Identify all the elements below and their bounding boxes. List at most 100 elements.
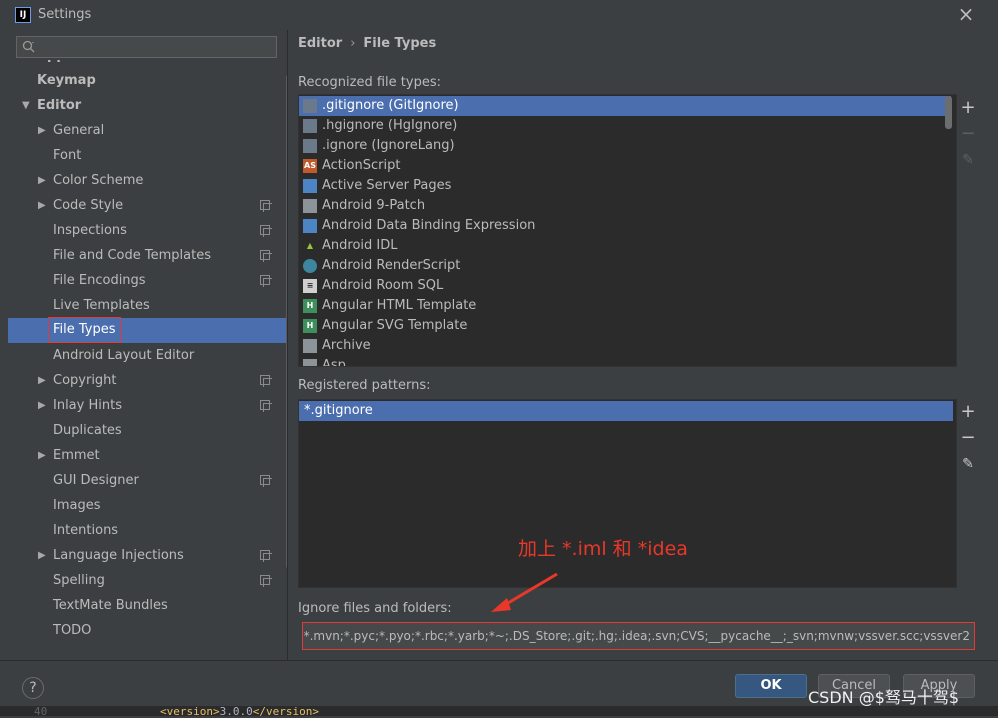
close-icon[interactable]: × [955, 3, 977, 25]
project-scope-icon [260, 400, 272, 412]
sidebar-item-code-style[interactable]: ▶ Code Style [8, 193, 287, 218]
file-type-row[interactable]: .ignore (IgnoreLang) [299, 136, 951, 156]
recognized-file-types-label: Recognized file types: [298, 75, 441, 90]
sidebar-item-spelling[interactable]: Spelling [8, 568, 287, 593]
folder-icon [303, 199, 317, 213]
chevron-right-icon[interactable]: ▶ [38, 443, 46, 468]
chevron-right-icon[interactable]: ▶ [38, 543, 46, 568]
chevron-right-icon[interactable]: ▶ [22, 60, 30, 68]
sidebar-item-label: Intentions [53, 523, 119, 538]
remove-file-type-button[interactable]: − [958, 124, 978, 144]
sidebar-item-inlay-hints[interactable]: ▶ Inlay Hints [8, 393, 287, 418]
pattern-row-gitignore[interactable]: *.gitignore [299, 401, 953, 421]
databinding-icon [303, 219, 317, 233]
chevron-right-icon[interactable]: ▶ [38, 168, 46, 193]
edit-pattern-button[interactable]: ✎ [958, 454, 978, 474]
file-type-label: Angular SVG Template [322, 318, 468, 333]
sidebar-item-font[interactable]: Font [8, 143, 287, 168]
sidebar-item-label: Android Layout Editor [53, 348, 195, 363]
sidebar-item-editor[interactable]: ▼ Editor [8, 93, 287, 118]
settings-search-input[interactable] [16, 36, 277, 58]
file-type-row[interactable]: .gitignore (GitIgnore) [299, 96, 951, 116]
add-pattern-button[interactable]: + [958, 402, 978, 422]
registered-patterns-label: Registered patterns: [298, 378, 431, 393]
sidebar-item-copyright[interactable]: ▶ Copyright [8, 368, 287, 393]
file-type-row[interactable]: ▲ Android IDL [299, 236, 951, 256]
file-type-row[interactable]: Active Server Pages [299, 176, 951, 196]
help-button[interactable]: ? [22, 677, 44, 699]
settings-sidebar: ▶ Appearance & Behavior Keymap ▼ Editor ▶ Gene… [8, 30, 293, 660]
settings-tree: ▶ Appearance & Behavior Keymap ▼ Editor ▶ Gene… [8, 60, 287, 660]
sidebar-item-gui-designer[interactable]: GUI Designer [8, 468, 287, 493]
edit-file-type-button[interactable]: ✎ [958, 150, 978, 170]
code-open-tag: <version> [160, 705, 220, 718]
sidebar-item-language-injections[interactable]: ▶ Language Injections [8, 543, 287, 568]
breadcrumb-parent[interactable]: Editor [298, 36, 342, 51]
renderscript-icon [303, 259, 317, 273]
file-type-row[interactable]: Archive [299, 336, 951, 356]
sidebar-item-todo[interactable]: TODO [8, 618, 287, 643]
title-bar: IJ Settings × [0, 0, 998, 30]
android-icon: ▲ [306, 241, 314, 250]
file-type-label: Android Data Binding Expression [322, 218, 536, 233]
sidebar-item-appearance-behavior[interactable]: ▶ Appearance & Behavior [8, 60, 287, 68]
sidebar-item-color-scheme[interactable]: ▶ Color Scheme [8, 168, 287, 193]
sidebar-item-label: File Types [48, 317, 121, 343]
chevron-right-icon[interactable]: ▶ [38, 393, 46, 418]
ignore-files-value: f;*.iml;*.md;*.mvn;*.pyc;*.pyo;*.rbc;*.y… [302, 629, 970, 643]
project-scope-icon [260, 200, 272, 212]
file-type-row[interactable]: Android Data Binding Expression [299, 216, 951, 236]
sidebar-item-label: Code Style [53, 198, 124, 213]
sidebar-item-images[interactable]: Images [8, 493, 287, 518]
file-type-label: .gitignore (GitIgnore) [322, 98, 459, 113]
sidebar-item-label: Duplicates [53, 423, 122, 438]
sidebar-item-duplicates[interactable]: Duplicates [8, 418, 287, 443]
sidebar-item-label: TODO [53, 623, 92, 638]
ignore-files-input[interactable]: f;*.iml;*.md;*.mvn;*.pyc;*.pyo;*.rbc;*.y… [302, 622, 975, 650]
sidebar-item-emmet[interactable]: ▶ Emmet [8, 443, 287, 468]
file-type-row[interactable]: ≡ Android Room SQL [299, 276, 951, 296]
file-type-label: Android Room SQL [322, 278, 444, 293]
file-type-row[interactable]: .hgignore (HgIgnore) [299, 116, 951, 136]
sidebar-item-label: Live Templates [53, 298, 150, 313]
chevron-right-icon[interactable]: ▶ [38, 118, 46, 143]
sidebar-item-keymap[interactable]: Keymap [8, 68, 287, 93]
sidebar-item-label: TextMate Bundles [53, 598, 168, 613]
sidebar-item-label: Copyright [53, 373, 117, 388]
file-types-scrollbar[interactable] [945, 96, 952, 129]
file-type-row[interactable]: Android 9-Patch [299, 196, 951, 216]
sidebar-item-live-templates[interactable]: Live Templates [8, 293, 287, 318]
chevron-right-icon[interactable]: ▶ [38, 368, 46, 393]
file-type-row[interactable]: H Angular SVG Template [299, 316, 951, 336]
file-types-panel: Editor › File Types Recognized file types:… [287, 30, 998, 660]
sidebar-item-inspections[interactable]: Inspections [8, 218, 287, 243]
code-close-tag: </version> [252, 705, 319, 718]
sidebar-item-file-encodings[interactable]: File Encodings [8, 268, 287, 293]
sidebar-item-general[interactable]: ▶ General [8, 118, 287, 143]
chevron-right-icon[interactable]: ▶ [38, 193, 46, 218]
sidebar-item-label: Keymap [37, 73, 96, 88]
add-file-type-button[interactable]: + [958, 98, 978, 118]
sidebar-item-android-layout-editor[interactable]: Android Layout Editor [8, 343, 287, 368]
sidebar-item-label: Editor [37, 98, 82, 113]
file-type-row[interactable]: Asp... [299, 356, 951, 366]
file-type-row[interactable]: Android RenderScript [299, 256, 951, 276]
sidebar-item-file-types[interactable]: File Types [8, 317, 287, 343]
remove-pattern-button[interactable]: − [958, 428, 978, 448]
sidebar-item-file-and-code-templates[interactable]: File and Code Templates [8, 243, 287, 268]
file-type-row[interactable]: H Angular HTML Template [299, 296, 951, 316]
sidebar-item-intentions[interactable]: Intentions [8, 518, 287, 543]
chevron-down-icon[interactable]: ▼ [22, 93, 30, 118]
annotation-text: 加上 *.iml 和 *idea [518, 538, 688, 560]
file-type-row[interactable]: AS ActionScript [299, 156, 951, 176]
file-type-label: ActionScript [322, 158, 401, 173]
sidebar-item-textmate-bundles[interactable]: TextMate Bundles [8, 593, 287, 618]
project-scope-icon [260, 475, 272, 487]
sidebar-item-label: Appearance & Behavior [37, 60, 210, 68]
sidebar-item-label: File and Code Templates [53, 248, 211, 263]
recognized-file-types-list[interactable]: .gitignore (GitIgnore) .hgignore (HgIgnor… [298, 94, 957, 367]
sidebar-item-label: File Encodings [53, 273, 146, 288]
project-scope-icon [260, 225, 272, 237]
ok-button[interactable]: OK [735, 674, 807, 698]
search-icon [22, 40, 35, 53]
